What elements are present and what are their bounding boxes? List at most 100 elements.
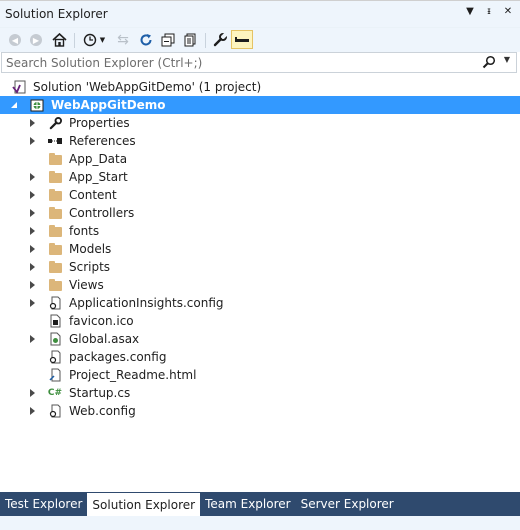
tree-item-label: Controllers xyxy=(69,206,135,220)
tree-item-app-data[interactable]: App_Data xyxy=(0,150,520,168)
solution-icon xyxy=(12,80,26,94)
collapsed-arrow-icon[interactable] xyxy=(27,168,37,186)
tree-item-label: Startup.cs xyxy=(69,386,131,400)
folder-icon xyxy=(48,188,62,202)
sync-arrows-icon: ⇆ xyxy=(117,32,129,48)
tree-item-label: packages.config xyxy=(69,350,167,364)
forward-arrow-icon: ▶ xyxy=(30,34,42,46)
properties-button[interactable] xyxy=(211,31,229,49)
project-node[interactable]: WebAppGitDemo xyxy=(0,96,520,114)
folder-icon xyxy=(48,260,62,274)
search-input[interactable] xyxy=(6,54,476,71)
collapsed-arrow-icon[interactable] xyxy=(27,222,37,240)
tree-item-views[interactable]: Views xyxy=(0,276,520,294)
window-title: Solution Explorer xyxy=(5,7,108,21)
tree-item-startup-cs[interactable]: C# Startup.cs xyxy=(0,384,520,402)
tree-item-controllers[interactable]: Controllers xyxy=(0,204,520,222)
collapsed-arrow-icon[interactable] xyxy=(27,204,37,222)
tree-item-packages-config[interactable]: packages.config xyxy=(0,348,520,366)
home-icon xyxy=(51,33,67,47)
tab-team-explorer[interactable]: Team Explorer xyxy=(200,492,296,516)
pending-changes-button[interactable]: ▼ xyxy=(80,31,108,49)
folder-icon xyxy=(48,206,62,220)
tree-item-content[interactable]: Content xyxy=(0,186,520,204)
expanded-arrow-icon[interactable] xyxy=(9,96,19,114)
csharp-file-icon: C# xyxy=(47,388,63,398)
search-options-dropdown-icon[interactable]: ▼ xyxy=(504,55,510,64)
collapsed-arrow-icon[interactable] xyxy=(27,384,37,402)
show-all-files-button[interactable] xyxy=(181,31,199,49)
tab-server-explorer[interactable]: Server Explorer xyxy=(296,492,399,516)
tree-item-label: Web.config xyxy=(69,404,136,418)
image-file-icon xyxy=(48,314,62,328)
tree-item-label: fonts xyxy=(69,224,100,238)
sync-button[interactable]: ⇆ xyxy=(114,31,132,49)
solution-node[interactable]: Solution 'WebAppGitDemo' (1 project) xyxy=(0,78,520,96)
tree-item-scripts[interactable]: Scripts xyxy=(0,258,520,276)
tree-item-fonts[interactable]: fonts xyxy=(0,222,520,240)
asax-file-icon xyxy=(48,332,62,346)
tree-item-label: Global.asax xyxy=(69,332,140,346)
search-icon[interactable] xyxy=(482,55,496,69)
close-icon[interactable]: ✕ xyxy=(502,6,514,17)
tree-item-applicationinsights-config[interactable]: ApplicationInsights.config xyxy=(0,294,520,312)
refresh-icon xyxy=(140,34,152,46)
tab-test-explorer[interactable]: Test Explorer xyxy=(0,492,87,516)
tree-item-global-asax[interactable]: Global.asax xyxy=(0,330,520,348)
folder-icon xyxy=(48,224,62,238)
show-all-files-icon xyxy=(184,33,196,47)
back-button[interactable]: ◀ xyxy=(7,31,23,49)
preview-selected-button[interactable] xyxy=(231,30,253,49)
tree-item-models[interactable]: Models xyxy=(0,240,520,258)
dropdown-arrow-icon: ▼ xyxy=(99,36,106,44)
pin-icon[interactable]: ᵻ xyxy=(483,6,495,17)
refresh-button[interactable] xyxy=(137,31,155,49)
bottom-panel-strip xyxy=(0,516,520,530)
folder-icon xyxy=(48,152,62,166)
collapsed-arrow-icon[interactable] xyxy=(27,402,37,420)
config-file-icon xyxy=(48,296,62,310)
references-icon xyxy=(48,134,62,148)
collapsed-arrow-icon[interactable] xyxy=(27,132,37,150)
back-arrow-icon: ◀ xyxy=(9,34,21,46)
preview-icon xyxy=(235,36,249,42)
home-button[interactable] xyxy=(50,31,68,49)
chevron-down-icon[interactable]: ▼ xyxy=(464,6,476,17)
tool-window-tabs: Test Explorer Solution Explorer Team Exp… xyxy=(0,492,520,516)
folder-icon xyxy=(48,242,62,256)
tree-item-label: Scripts xyxy=(69,260,111,274)
title-bar: Solution Explorer ▼ ᵻ ✕ xyxy=(0,0,520,27)
config-file-icon xyxy=(48,350,62,364)
collapsed-arrow-icon[interactable] xyxy=(27,240,37,258)
tree-item-label: Views xyxy=(69,278,104,292)
tree-item-references[interactable]: References xyxy=(0,132,520,150)
collapse-all-button[interactable] xyxy=(159,31,177,49)
tree-item-label: Content xyxy=(69,188,117,202)
collapsed-arrow-icon[interactable] xyxy=(27,330,37,348)
collapsed-arrow-icon[interactable] xyxy=(27,294,37,312)
title-buttons: ▼ ᵻ ✕ xyxy=(464,6,514,17)
collapsed-arrow-icon[interactable] xyxy=(27,114,37,132)
tree-item-label: Models xyxy=(69,242,112,256)
forward-button[interactable]: ▶ xyxy=(28,31,44,49)
solution-tree: Solution 'WebAppGitDemo' (1 project) Web… xyxy=(0,78,520,420)
tree-item-project-readme[interactable]: Project_Readme.html xyxy=(0,366,520,384)
tree-item-favicon[interactable]: favicon.ico xyxy=(0,312,520,330)
collapsed-arrow-icon[interactable] xyxy=(27,276,37,294)
tree-item-web-config[interactable]: Web.config xyxy=(0,402,520,420)
wrench-icon xyxy=(213,33,227,47)
tree-item-label: References xyxy=(69,134,136,148)
folder-icon xyxy=(48,170,62,184)
tab-solution-explorer[interactable]: Solution Explorer xyxy=(87,493,201,516)
collapsed-arrow-icon[interactable] xyxy=(27,186,37,204)
tree-item-properties[interactable]: Properties xyxy=(0,114,520,132)
tree-item-label: App_Data xyxy=(69,152,128,166)
tree-item-label: Properties xyxy=(69,116,130,130)
clock-icon xyxy=(83,33,96,47)
tree-item-app-start[interactable]: App_Start xyxy=(0,168,520,186)
solution-label: Solution 'WebAppGitDemo' (1 project) xyxy=(33,80,262,94)
search-box: ▼ xyxy=(1,52,517,73)
toolbar-separator xyxy=(74,33,75,48)
collapsed-arrow-icon[interactable] xyxy=(27,258,37,276)
web-project-icon xyxy=(30,98,44,112)
